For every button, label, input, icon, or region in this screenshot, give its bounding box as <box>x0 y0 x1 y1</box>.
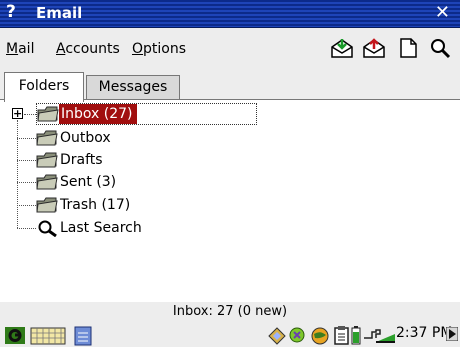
tree-branch <box>17 205 36 206</box>
tab-bar: Folders Messages <box>0 68 460 102</box>
clock[interactable]: 2:37 PM <box>396 325 452 341</box>
help-button[interactable]: ? <box>6 2 16 22</box>
folder-trash[interactable]: Trash (17) <box>36 194 134 216</box>
pen-icon[interactable] <box>266 324 288 346</box>
tree-branch <box>17 138 36 139</box>
tab-messages[interactable]: Messages <box>86 75 180 99</box>
close-button[interactable]: ✕ <box>435 2 450 23</box>
tree-branch <box>17 160 36 161</box>
menu-options[interactable]: Options <box>132 41 186 57</box>
folder-label: Inbox (27) <box>59 104 137 124</box>
expand-icon[interactable]: + <box>12 108 23 119</box>
tree-branch <box>24 114 36 115</box>
tree-branch <box>17 228 36 229</box>
network-icon[interactable] <box>288 324 310 346</box>
folder-drafts[interactable]: Drafts <box>36 149 107 171</box>
clipboard-icon[interactable] <box>330 324 352 346</box>
search-icon[interactable] <box>428 36 452 60</box>
window-title: Email <box>36 4 83 22</box>
menu-mail[interactable]: Mail <box>6 41 34 57</box>
folder-label: Drafts <box>60 152 103 168</box>
folder-icon <box>36 130 58 146</box>
folder-label: Outbox <box>60 130 111 146</box>
keyboard-icon[interactable] <box>30 324 66 346</box>
globe-icon[interactable] <box>309 324 331 346</box>
folder-sent[interactable]: Sent (3) <box>36 171 120 193</box>
folder-label: Sent (3) <box>60 174 117 190</box>
receive-mail-icon[interactable] <box>330 36 354 60</box>
send-mail-icon[interactable] <box>362 36 386 60</box>
tab-folders[interactable]: Folders <box>4 72 84 102</box>
menu-accounts[interactable]: Accounts <box>56 41 120 57</box>
calendar-icon[interactable] <box>72 324 94 346</box>
title-bar: ? Email ✕ <box>0 0 460 28</box>
tree-line <box>17 120 18 228</box>
tree-branch <box>17 182 36 183</box>
new-message-icon[interactable] <box>396 36 420 60</box>
folder-last-search[interactable]: Last Search <box>36 217 146 239</box>
folder-inbox[interactable]: Inbox (27) <box>36 103 257 125</box>
folder-tree: + Inbox (27) Outbox Drafts Sent (3) Tras… <box>0 100 460 302</box>
folder-icon <box>36 152 58 168</box>
status-bar: Inbox: 27 (0 new) <box>0 302 460 322</box>
magnifier-icon <box>38 220 57 237</box>
folder-icon <box>36 197 58 213</box>
folder-icon <box>37 106 59 122</box>
battery-icon <box>351 326 361 345</box>
folder-icon <box>36 174 58 190</box>
start-icon[interactable] <box>4 324 26 346</box>
folder-label: Trash (17) <box>60 197 131 213</box>
taskbar: 2:37 PM <box>0 322 460 347</box>
taskbar-arrow-icon[interactable] <box>446 327 458 341</box>
folder-outbox[interactable]: Outbox <box>36 127 115 149</box>
menu-bar: Mail Accounts Options <box>0 28 460 68</box>
folder-label: Last Search <box>60 220 142 236</box>
power-icon <box>364 329 395 343</box>
